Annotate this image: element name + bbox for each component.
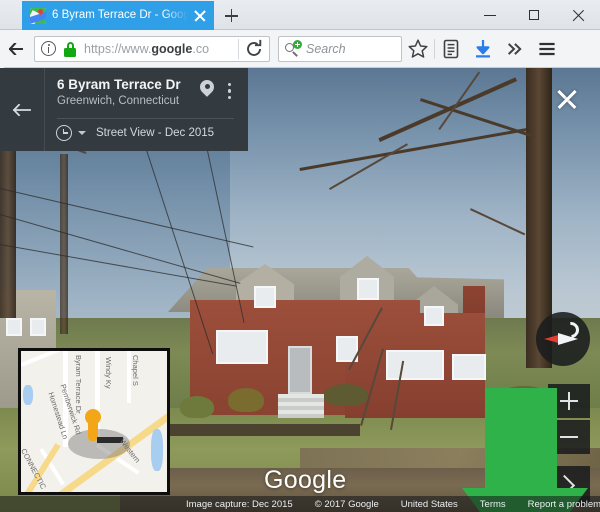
reload-icon: [247, 39, 262, 56]
zoom-in-button[interactable]: [548, 384, 590, 418]
street-view-info-card: 6 Byram Terrace Dr Greenwich, Connecticu…: [0, 68, 248, 151]
browser-tab-active[interactable]: 6 Byram Terrace Dr - Google: [22, 1, 214, 30]
address-bar[interactable]: https://www.google.co: [34, 35, 270, 62]
close-streetview-button[interactable]: [554, 86, 580, 112]
overflow-button[interactable]: [499, 30, 531, 68]
street-view-attribution-bar: Image capture: Dec 2015 © 2017 Google Un…: [0, 496, 600, 512]
search-input-placeholder[interactable]: Search: [304, 42, 346, 56]
page-info-icon[interactable]: [38, 38, 60, 60]
app-menu-button[interactable]: [531, 30, 563, 68]
info-card-back-button[interactable]: [0, 68, 45, 151]
hamburger-menu-icon: [539, 42, 555, 55]
minimap-label-windy-ky: Windy Ky: [104, 357, 113, 389]
street-view-panorama[interactable]: Google 6 Byram Terrace Dr Greenwich, Con…: [0, 68, 600, 512]
info-card-body: 6 Byram Terrace Dr Greenwich, Connecticu…: [45, 68, 248, 151]
star-icon: [408, 38, 428, 58]
mini-map[interactable]: Byram Terrace Dr Windy Ky Chapel S Pembe…: [18, 348, 170, 495]
browser-window: 6 Byram Terrace Dr - Google https://www.…: [0, 0, 600, 512]
google-maps-favicon-icon: [30, 7, 46, 24]
library-icon: [443, 39, 459, 58]
url-suffix: .co: [192, 41, 210, 56]
copyright-label: © 2017 Google: [314, 498, 379, 510]
back-arrow-icon: [13, 104, 31, 116]
double-chevron-icon: [507, 42, 522, 55]
capture-date-row[interactable]: Street View - Dec 2015: [55, 124, 214, 142]
chevron-down-icon[interactable]: [78, 131, 86, 135]
zoom-out-button[interactable]: [548, 420, 590, 454]
navigation-toolbar: https://www.google.co Search: [0, 30, 600, 98]
image-capture-label: Image capture: Dec 2015: [186, 498, 293, 510]
info-card-divider: [57, 118, 234, 119]
url-domain: google: [151, 41, 193, 56]
back-button[interactable]: [0, 30, 32, 68]
clock-history-icon[interactable]: [55, 124, 73, 142]
minimap-label-chapel-s: Chapel S: [131, 355, 140, 386]
secure-lock-icon[interactable]: [60, 38, 80, 60]
new-tab-button[interactable]: [214, 1, 248, 30]
bookmark-star-button[interactable]: [402, 30, 434, 68]
tab-strip: 6 Byram Terrace Dr - Google: [22, 1, 248, 30]
search-bar[interactable]: Search: [278, 35, 402, 62]
url-text: https://www.google.co: [80, 42, 238, 56]
window-controls: [468, 0, 600, 30]
download-arrow-icon: [476, 39, 490, 57]
library-button[interactable]: [435, 30, 467, 68]
map-pin-icon[interactable]: [196, 77, 218, 104]
title-bar: 6 Byram Terrace Dr - Google: [0, 0, 600, 30]
google-watermark: Google: [264, 466, 347, 494]
info-card-actions: [196, 77, 240, 104]
search-icon: [282, 39, 304, 59]
more-options-icon[interactable]: [220, 78, 240, 104]
terms-link[interactable]: Terms: [480, 499, 506, 510]
report-problem-link[interactable]: Report a problem: [528, 499, 600, 510]
tab-title: 6 Byram Terrace Dr - Google: [52, 9, 188, 21]
downloads-button[interactable]: [467, 30, 499, 68]
window-close-icon[interactable]: [556, 0, 600, 30]
capture-date-label: Street View - Dec 2015: [96, 127, 215, 139]
compass-control[interactable]: [536, 312, 590, 366]
country-link[interactable]: United States: [401, 499, 458, 510]
reload-button[interactable]: [239, 36, 269, 62]
window-minimize-icon[interactable]: [468, 0, 512, 30]
next-arrow-icon: [553, 474, 576, 497]
back-arrow-icon: [9, 42, 23, 55]
window-maximize-icon[interactable]: [512, 0, 556, 30]
minimap-label-byram-terrace: Byram Terrace Dr: [74, 355, 83, 414]
tab-close-icon[interactable]: [192, 8, 208, 24]
url-prefix: https://www.: [84, 41, 152, 56]
